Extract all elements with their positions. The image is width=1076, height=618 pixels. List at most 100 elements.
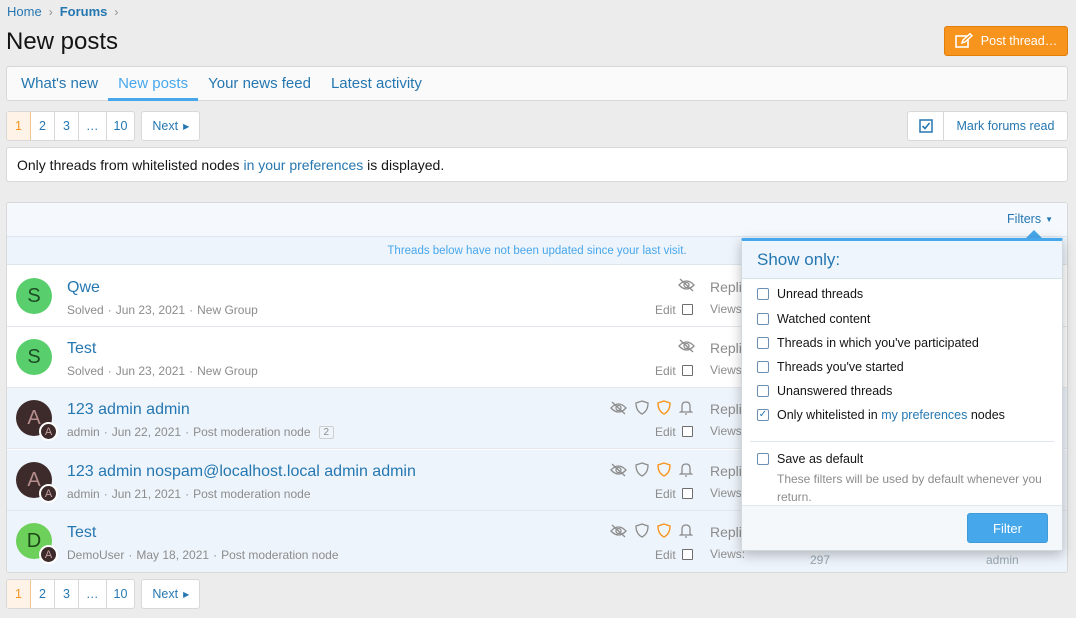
checkbox-icon[interactable] xyxy=(757,313,769,325)
filter-option-unread[interactable]: Unread threads xyxy=(757,287,863,301)
filter-option-watched[interactable]: Watched content xyxy=(757,312,870,326)
select-checkbox[interactable] xyxy=(682,304,693,315)
thread-meta: Solved · Jun 23, 2021 · New Group xyxy=(67,303,258,317)
filter-option-started[interactable]: Threads you've started xyxy=(757,360,904,374)
eye-slash-icon xyxy=(678,339,695,353)
avatar[interactable]: S xyxy=(16,278,52,314)
page-1[interactable]: 1 xyxy=(7,112,31,140)
thread-node[interactable]: Post moderation node xyxy=(193,425,310,439)
post-thread-button[interactable]: Post thread… xyxy=(944,26,1068,56)
thread-date[interactable]: Jun 23, 2021 xyxy=(116,364,185,378)
edit-link[interactable]: Edit xyxy=(655,364,676,378)
thread-status-icons xyxy=(678,278,695,292)
thread-node[interactable]: New Group xyxy=(197,303,258,317)
shield-icon xyxy=(657,523,671,538)
thread-date[interactable]: May 18, 2021 xyxy=(136,548,209,562)
thread-date[interactable]: Jun 23, 2021 xyxy=(116,303,185,317)
select-checkbox[interactable] xyxy=(682,426,693,437)
checkbox-icon[interactable] xyxy=(757,337,769,349)
page-3[interactable]: 3 xyxy=(55,580,79,608)
next-label: Next xyxy=(152,587,179,601)
bell-icon xyxy=(679,463,693,477)
thread-node[interactable]: Post moderation node xyxy=(193,487,310,501)
page-2[interactable]: 2 xyxy=(31,112,55,140)
thread-title[interactable]: 123 admin nospam@localhost.local admin a… xyxy=(67,463,416,481)
page-list: 1 2 3 … 10 xyxy=(6,579,136,609)
avatar-badge: A xyxy=(39,484,58,503)
checkbox-icon[interactable] xyxy=(757,385,769,397)
breadcrumb-forums[interactable]: Forums xyxy=(60,4,108,19)
thread-author[interactable]: admin xyxy=(67,425,100,439)
eye-slash-icon xyxy=(610,463,627,476)
checkbox-icon[interactable] xyxy=(757,288,769,300)
thread-title[interactable]: Test xyxy=(67,340,96,358)
thread-title[interactable]: 123 admin admin xyxy=(67,401,190,419)
thread-author[interactable]: Solved xyxy=(67,364,104,378)
chevron-right-icon: › xyxy=(48,4,53,19)
page-10[interactable]: 10 xyxy=(107,580,135,608)
edit-link[interactable]: Edit xyxy=(655,303,676,317)
edit-icon xyxy=(954,33,973,48)
avatar[interactable]: S xyxy=(16,339,52,375)
avatar[interactable]: DA xyxy=(16,523,58,564)
page-title: New posts xyxy=(6,28,119,55)
filter-option-unanswered[interactable]: Unanswered threads xyxy=(757,384,892,398)
shield-icon xyxy=(657,400,671,415)
notice-text-after: is displayed. xyxy=(363,156,445,173)
filter-option-label: Threads you've started xyxy=(777,360,904,374)
tab-latest-activity[interactable]: Latest activity xyxy=(321,67,432,100)
thread-page-link[interactable]: 2 xyxy=(318,425,335,439)
page-1[interactable]: 1 xyxy=(7,580,31,608)
notice-text-before: Only threads from whitelisted nodes xyxy=(17,156,244,173)
thread-node[interactable]: New Group xyxy=(197,364,258,378)
page-2[interactable]: 2 xyxy=(31,580,55,608)
page-skip[interactable]: … xyxy=(79,580,107,608)
avatar-letter: A xyxy=(27,406,41,429)
checkbox-icon[interactable] xyxy=(757,361,769,373)
filter-button[interactable]: Filter xyxy=(967,513,1048,543)
thread-date[interactable]: Jun 21, 2021 xyxy=(112,487,181,501)
page-10[interactable]: 10 xyxy=(107,112,135,140)
thread-author[interactable]: Solved xyxy=(67,303,104,317)
thread-title[interactable]: Qwe xyxy=(67,279,100,297)
tab-new-posts[interactable]: New posts xyxy=(108,67,199,101)
checkbox-checked-icon[interactable]: ✓ xyxy=(757,409,769,421)
next-page-button[interactable]: Next ▶ xyxy=(141,579,201,609)
page-list: 1 2 3 … 10 xyxy=(6,111,136,141)
mark-forums-read-button[interactable]: Mark forums read xyxy=(907,111,1068,141)
select-checkbox[interactable] xyxy=(682,365,693,376)
edit-link[interactable]: Edit xyxy=(655,487,676,501)
tab-your-news-feed[interactable]: Your news feed xyxy=(198,67,321,100)
my-preferences-link[interactable]: my preferences xyxy=(881,408,967,422)
select-checkbox[interactable] xyxy=(682,549,693,560)
shield-icon xyxy=(657,462,671,477)
last-poster[interactable]: admin xyxy=(986,553,1019,567)
edit-link[interactable]: Edit xyxy=(655,548,676,562)
page-3[interactable]: 3 xyxy=(55,112,79,140)
breadcrumb-home[interactable]: Home xyxy=(7,4,42,19)
thread-author[interactable]: DemoUser xyxy=(67,548,124,562)
filters-menu-button[interactable]: Filters ▼ xyxy=(1007,212,1053,226)
next-page-button[interactable]: Next ▶ xyxy=(141,111,201,141)
save-as-default-option[interactable]: Save as default xyxy=(757,452,863,466)
thread-node[interactable]: Post moderation node xyxy=(221,548,338,562)
preferences-link[interactable]: in your preferences xyxy=(243,157,363,173)
filter-option-participated[interactable]: Threads in which you've participated xyxy=(757,336,979,350)
thread-date[interactable]: Jun 22, 2021 xyxy=(112,425,181,439)
avatar[interactable]: AA xyxy=(16,400,58,441)
save-default-hint: These filters will be used by default wh… xyxy=(777,472,1042,504)
filter-option-label: Unanswered threads xyxy=(777,384,893,398)
thread-author[interactable]: admin xyxy=(67,487,100,501)
edit-link[interactable]: Edit xyxy=(655,425,676,439)
select-checkbox[interactable] xyxy=(682,488,693,499)
avatar[interactable]: AA xyxy=(16,462,58,503)
tab-whats-new[interactable]: What's new xyxy=(11,67,108,100)
thread-title[interactable]: Test xyxy=(67,524,96,542)
page-skip[interactable]: … xyxy=(79,112,107,140)
shield-icon xyxy=(635,523,649,538)
filter-option-whitelisted[interactable]: ✓ Only whitelisted in my preferences nod… xyxy=(757,408,1005,422)
checkbox-icon[interactable] xyxy=(757,453,769,465)
filter-option-label: Only whitelisted in my preferences nodes xyxy=(777,408,1005,422)
filter-option-label: Threads in which you've participated xyxy=(777,336,979,350)
eye-slash-icon xyxy=(678,278,695,292)
